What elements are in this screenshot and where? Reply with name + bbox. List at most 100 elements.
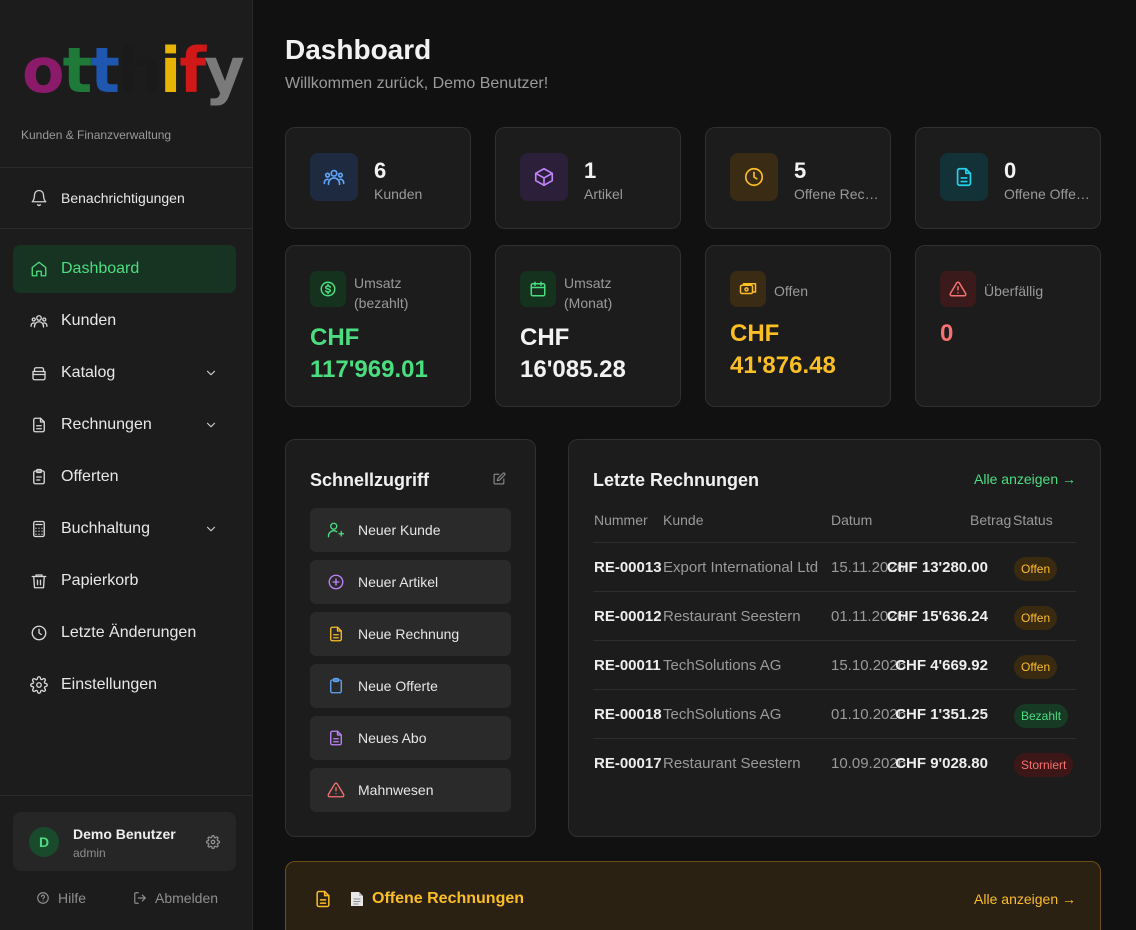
alert-icon xyxy=(940,271,976,307)
stat-value: 6 xyxy=(374,158,387,183)
nav-item-dashboard[interactable]: Dashboard xyxy=(13,245,236,293)
users-icon xyxy=(310,153,358,201)
button-label: Neuer Artikel xyxy=(358,574,439,590)
invoice-number: RE-00012 xyxy=(594,608,662,625)
dunning-button[interactable]: Mahnwesen xyxy=(310,768,511,812)
invoice-number: RE-00018 xyxy=(594,706,662,723)
view-all-open-invoices-link[interactable]: Alle anzeigen → xyxy=(974,891,1076,907)
status-badge: Offen xyxy=(1014,606,1058,630)
finance-label: Umsatz (bezahlt) xyxy=(354,275,409,311)
status-badge: Bezahlt xyxy=(1014,704,1069,728)
new-customer-button[interactable]: Neuer Kunde xyxy=(310,508,511,552)
button-label: Mahnwesen xyxy=(358,782,434,798)
box-icon xyxy=(520,153,568,201)
status-badge: Offen xyxy=(1014,557,1058,581)
view-all-invoices-link[interactable]: Alle anzeigen → xyxy=(974,471,1076,487)
user-plus-icon xyxy=(327,522,345,538)
quick-access-title: Schnellzugriff xyxy=(310,470,430,490)
file-icon xyxy=(33,417,45,433)
notifications-button[interactable]: Benachrichtigungen xyxy=(13,176,236,220)
open-invoices-panel: Offene Rechnungen Alle anzeigen → xyxy=(285,861,1101,930)
chevron-down-icon xyxy=(206,526,216,532)
table-row[interactable]: RE-00013 Export International Ltd 15.11.… xyxy=(593,542,1076,591)
user-card[interactable]: D Demo Benutzer admin xyxy=(13,812,236,871)
nav-item-offerten[interactable]: Offerten xyxy=(13,453,236,501)
recent-invoices-panel: Letzte Rechnungen Alle anzeigen → Nummer… xyxy=(568,439,1101,837)
nav-label: Rechnungen xyxy=(61,416,152,433)
nav-item-letzte-aenderungen[interactable]: Letzte Änderungen xyxy=(13,609,236,657)
divider xyxy=(0,795,252,796)
invoice-customer: Export International Ltd xyxy=(663,559,819,576)
divider xyxy=(0,167,252,168)
table-row[interactable]: RE-00012 Restaurant Seestern 01.11.2026 … xyxy=(593,591,1076,640)
recent-invoices-title: Letzte Rechnungen xyxy=(593,470,760,490)
button-label: Neuer Kunde xyxy=(358,522,441,538)
invoice-amount: CHF 15'636.24 xyxy=(886,608,988,625)
logout-link[interactable]: Abmelden xyxy=(133,888,218,908)
stat-label: Offene Rechnungen xyxy=(794,186,880,202)
finance-value: CHF 41'876.48 xyxy=(730,320,836,379)
column-header[interactable]: Betrag xyxy=(970,512,1011,528)
edit-icon[interactable] xyxy=(493,472,506,485)
new-invoice-button[interactable]: Neue Rechnung xyxy=(310,612,511,656)
nav-item-katalog[interactable]: Katalog xyxy=(13,349,236,397)
logout-icon xyxy=(134,892,146,904)
invoice-customer: Restaurant Seestern xyxy=(663,755,801,772)
clock-icon xyxy=(31,625,47,641)
file-text-icon xyxy=(316,890,330,908)
users-icon xyxy=(30,315,48,328)
cash-icon xyxy=(730,271,766,307)
column-header[interactable]: Status xyxy=(1013,512,1053,528)
quick-access-panel: Schnellzugriff Neuer Kunde Neuer Artikel… xyxy=(285,439,536,837)
finance-card-ueberfaellig: Überfällig 0 xyxy=(915,245,1101,407)
invoice-number: RE-00011 xyxy=(594,657,661,674)
nav-item-papierkorb[interactable]: Papierkorb xyxy=(13,557,236,605)
new-article-button[interactable]: Neuer Artikel xyxy=(310,560,511,604)
button-label: Neue Offerte xyxy=(358,678,438,694)
stat-value: 0 xyxy=(1004,158,1017,183)
stat-card-offene-offerten[interactable]: 0 Offene Offerten xyxy=(915,127,1101,229)
nav-item-kunden[interactable]: Kunden xyxy=(13,297,236,345)
nav-label: Letzte Änderungen xyxy=(61,624,197,641)
home-icon xyxy=(31,261,47,277)
alert-icon xyxy=(327,782,345,798)
sidebar: otthify Kunden & Finanzverwaltung Benach… xyxy=(0,0,253,930)
help-link[interactable]: Hilfe xyxy=(36,888,86,908)
new-subscription-button[interactable]: Neues Abo xyxy=(310,716,511,760)
gear-icon xyxy=(30,676,48,694)
nav-item-rechnungen[interactable]: Rechnungen xyxy=(13,401,236,449)
stat-card-artikel[interactable]: 1 Artikel xyxy=(495,127,681,229)
stat-card-kunden[interactable]: 6 Kunden xyxy=(285,127,471,229)
clock-icon xyxy=(730,153,778,201)
stat-card-offene-rechnungen[interactable]: 5 Offene Rechnungen xyxy=(705,127,891,229)
nav-item-buchhaltung[interactable]: Buchhaltung xyxy=(13,505,236,553)
gear-icon[interactable] xyxy=(206,835,220,849)
page-subtitle: Willkommen zurück, Demo Benutzer! xyxy=(285,75,549,92)
nav-label: Einstellungen xyxy=(61,676,158,693)
button-label: Neue Rechnung xyxy=(358,626,460,642)
invoice-number: RE-00017 xyxy=(594,755,662,772)
nav-label: Dashboard xyxy=(61,260,140,277)
status-badge: Storniert xyxy=(1014,753,1074,777)
invoice-amount: CHF 1'351.25 xyxy=(895,706,988,723)
stat-label: Offene Offerten xyxy=(1004,186,1090,202)
chevron-down-icon xyxy=(206,370,216,376)
calendar-icon xyxy=(520,271,556,307)
table-row[interactable]: RE-00017 Restaurant Seestern 10.09.2026 … xyxy=(593,738,1076,787)
column-header[interactable]: Nummer xyxy=(594,512,648,528)
new-quote-button[interactable]: Neue Offerte xyxy=(310,664,511,708)
nav-item-einstellungen[interactable]: Einstellungen xyxy=(13,661,236,709)
nav-label: Buchhaltung xyxy=(61,520,150,537)
column-header[interactable]: Kunde xyxy=(663,512,703,528)
avatar: D xyxy=(29,827,59,857)
divider xyxy=(0,228,252,229)
app-logo[interactable]: otthify xyxy=(22,38,245,104)
invoice-customer: Restaurant Seestern xyxy=(663,608,801,625)
file-text-icon xyxy=(330,626,342,642)
stat-value: 5 xyxy=(794,158,807,183)
trash-icon xyxy=(31,574,47,589)
table-row[interactable]: RE-00011 TechSolutions AG 15.10.2026 CHF… xyxy=(593,640,1076,689)
invoice-customer: TechSolutions AG xyxy=(663,706,782,723)
column-header[interactable]: Datum xyxy=(831,512,872,528)
table-row[interactable]: RE-00018 TechSolutions AG 01.10.2026 CHF… xyxy=(593,689,1076,738)
